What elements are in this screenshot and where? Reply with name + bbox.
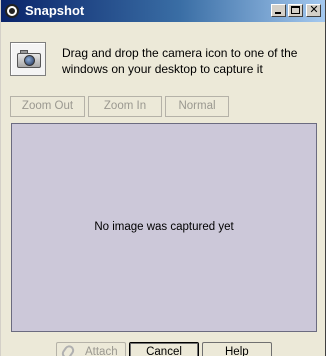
close-button[interactable]: ✕ [306,4,321,17]
zoom-out-button[interactable]: Zoom Out [10,96,85,117]
maximize-button[interactable] [288,4,303,17]
close-icon: ✕ [309,3,319,16]
attach-button[interactable]: Attach [56,342,126,356]
attach-label: Attach [85,346,118,356]
paperclip-icon [59,343,77,356]
help-label: Help [225,346,249,356]
snapshot-preview-area: No image was captured yet [11,123,317,332]
window-title: Snapshot [25,3,85,18]
preview-empty-message: No image was captured yet [94,221,234,233]
zoom-in-button[interactable]: Zoom In [88,96,162,117]
instructions-text: Drag and drop the camera icon to one of … [62,46,298,76]
title-bar[interactable]: Snapshot ✕ [1,0,325,22]
maximize-icon [291,6,300,14]
minimize-button[interactable] [271,4,286,17]
cancel-button[interactable]: Cancel [129,342,199,356]
snapshot-lens-icon [5,4,19,18]
zoom-normal-button[interactable]: Normal [165,96,229,117]
snapshot-window: Snapshot ✕ Drag and drop the camera icon… [0,0,326,356]
minimize-icon [275,12,281,14]
help-button[interactable]: Help [202,342,272,356]
camera-lens-icon [24,55,35,66]
camera-drag-handle[interactable] [10,42,46,76]
